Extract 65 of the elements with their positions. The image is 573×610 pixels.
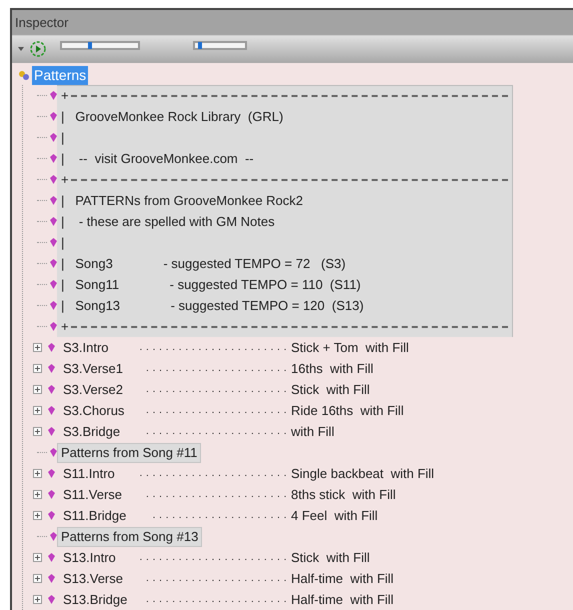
pattern-description: Single backbeat with Fill <box>291 464 434 483</box>
pattern-description: with Fill <box>291 422 334 441</box>
expand-icon[interactable] <box>33 385 42 394</box>
leader-dots: . . . . . . . . . . . . . . . . . . . . . . <box>145 425 288 439</box>
slider-thumb[interactable] <box>88 42 92 49</box>
pattern-description: Stick with Fill <box>291 380 370 399</box>
patterns-folder-icon <box>18 70 30 80</box>
group-header[interactable]: Patterns from Song #11 <box>57 442 202 462</box>
slider-track[interactable] <box>193 40 247 50</box>
expand-icon[interactable] <box>33 553 42 562</box>
pattern-name[interactable]: S3.Bridge <box>63 422 125 442</box>
pattern-description: 8ths stick with Fill <box>291 486 396 504</box>
diamond-icon <box>48 364 55 373</box>
pattern-description: Stick with Fill <box>291 548 370 567</box>
expand-icon[interactable] <box>33 595 42 604</box>
window-title: Inspector <box>15 14 68 32</box>
leader-dots: . . . . . . . . . . . . . . . . . . . . . . <box>145 488 288 502</box>
expand-icon[interactable] <box>33 574 42 583</box>
pattern-name[interactable]: S3.Verse1 <box>63 358 125 378</box>
slider-thumb[interactable] <box>198 42 202 49</box>
slider-track[interactable] <box>60 40 140 50</box>
diamond-icon <box>48 385 55 394</box>
leader-dots: . . . . . . . . . . . . . . . . . . . . . . . <box>138 551 288 565</box>
leader-dots: . . . . . . . . . . . . . . . . . . . . . . <box>145 383 288 397</box>
pattern-name[interactable]: S3.Chorus <box>63 400 125 420</box>
leader-dots: . . . . . . . . . . . . . . . . . . . . . <box>152 509 288 523</box>
diamond-icon <box>48 553 55 562</box>
leader-dots: . . . . . . . . . . . . . . . . . . . . . . <box>145 404 288 418</box>
expand-icon[interactable] <box>33 490 42 499</box>
expand-icon[interactable] <box>33 406 42 415</box>
group-header[interactable]: Patterns from Song #13 <box>57 526 202 546</box>
pattern-name[interactable]: S11.Verse <box>63 484 125 504</box>
leader-dots: . . . . . . . . . . . . . . . . . . . . . . . <box>138 341 288 355</box>
expand-icon[interactable] <box>33 469 42 478</box>
diamond-icon <box>48 469 55 478</box>
expand-icon[interactable] <box>33 511 42 520</box>
expand-icon[interactable] <box>33 427 42 436</box>
pattern-description: 16ths with Fill <box>291 360 374 378</box>
diamond-icon <box>48 511 55 520</box>
leader-dots: . . . . . . . . . . . . . . . . . . . . . . . <box>138 467 288 481</box>
pattern-description: Half-time with Fill <box>291 570 394 588</box>
expand-icon[interactable] <box>33 343 42 352</box>
pattern-description: Half-time with Fill <box>291 590 394 609</box>
pattern-name[interactable]: S13.Bridge <box>63 590 125 610</box>
diamond-icon <box>48 343 55 352</box>
diamond-icon <box>48 595 55 604</box>
diamond-icon <box>48 427 55 436</box>
diamond-icon <box>48 574 55 583</box>
leader-dots: . . . . . . . . . . . . . . . . . . . . . . <box>145 362 288 376</box>
dropdown-caret-icon[interactable] <box>18 47 24 52</box>
leader-dots: . . . . . . . . . . . . . . . . . . . . . . <box>145 572 288 586</box>
diamond-icon <box>48 490 55 499</box>
pattern-name[interactable]: S3.Verse2 <box>63 380 125 400</box>
pattern-name[interactable]: S13.Verse <box>63 568 125 588</box>
pattern-name[interactable]: S3.Intro <box>63 338 125 358</box>
diamond-icon <box>48 406 55 415</box>
pattern-name[interactable]: S11.Intro <box>63 464 125 484</box>
pattern-description: Stick + Tom with Fill <box>291 338 409 357</box>
expand-icon[interactable] <box>33 364 42 373</box>
pattern-name[interactable]: S13.Intro <box>63 548 125 568</box>
pattern-description: Ride 16ths with Fill <box>291 402 404 420</box>
pattern-name[interactable]: S11.Bridge <box>63 506 125 526</box>
play-icon[interactable] <box>30 41 46 58</box>
pattern-description: 4 Feel with Fill <box>291 506 378 525</box>
leader-dots: . . . . . . . . . . . . . . . . . . . . . . <box>145 593 288 607</box>
